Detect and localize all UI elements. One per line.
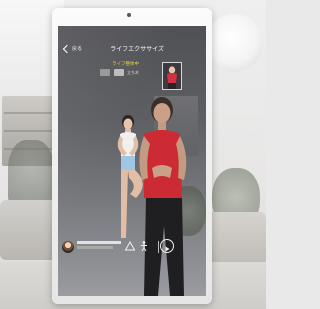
person-pose-icon[interactable] [138, 240, 150, 252]
play-circle-icon[interactable] [160, 239, 174, 253]
pose-chip-secondary[interactable] [114, 69, 124, 76]
pendant-lamp [205, 14, 263, 72]
app-top-bar: 戻る ライフエクササイズ [62, 44, 202, 56]
pose-label: 立ち木 [127, 70, 139, 75]
mirror-screen: 戻る ライフエクササイズ ライフ整体中 立ち木 [58, 26, 206, 296]
play-icon [165, 246, 170, 252]
mirror-camera [127, 13, 131, 17]
triangle-icon[interactable] [124, 240, 136, 252]
pose-chip[interactable] [100, 69, 110, 76]
session-subtitle: ライフ整体中 [112, 62, 139, 67]
instructor-figure [117, 115, 143, 238]
instructor-thumbnail[interactable] [162, 62, 182, 90]
screen-title: ライフエクササイズ [110, 46, 164, 53]
chevron-left-icon[interactable] [62, 44, 72, 54]
lesson-title-line [77, 241, 121, 244]
control-divider [158, 241, 159, 253]
thumbnail-figure [163, 63, 181, 89]
bottom-control-bar [62, 238, 202, 258]
instructor-avatar [62, 241, 74, 253]
back-button[interactable]: 戻る [72, 45, 82, 52]
lesson-detail-line [77, 246, 113, 249]
room-scene: 戻る ライフエクササイズ ライフ整体中 立ち木 [0, 0, 266, 309]
